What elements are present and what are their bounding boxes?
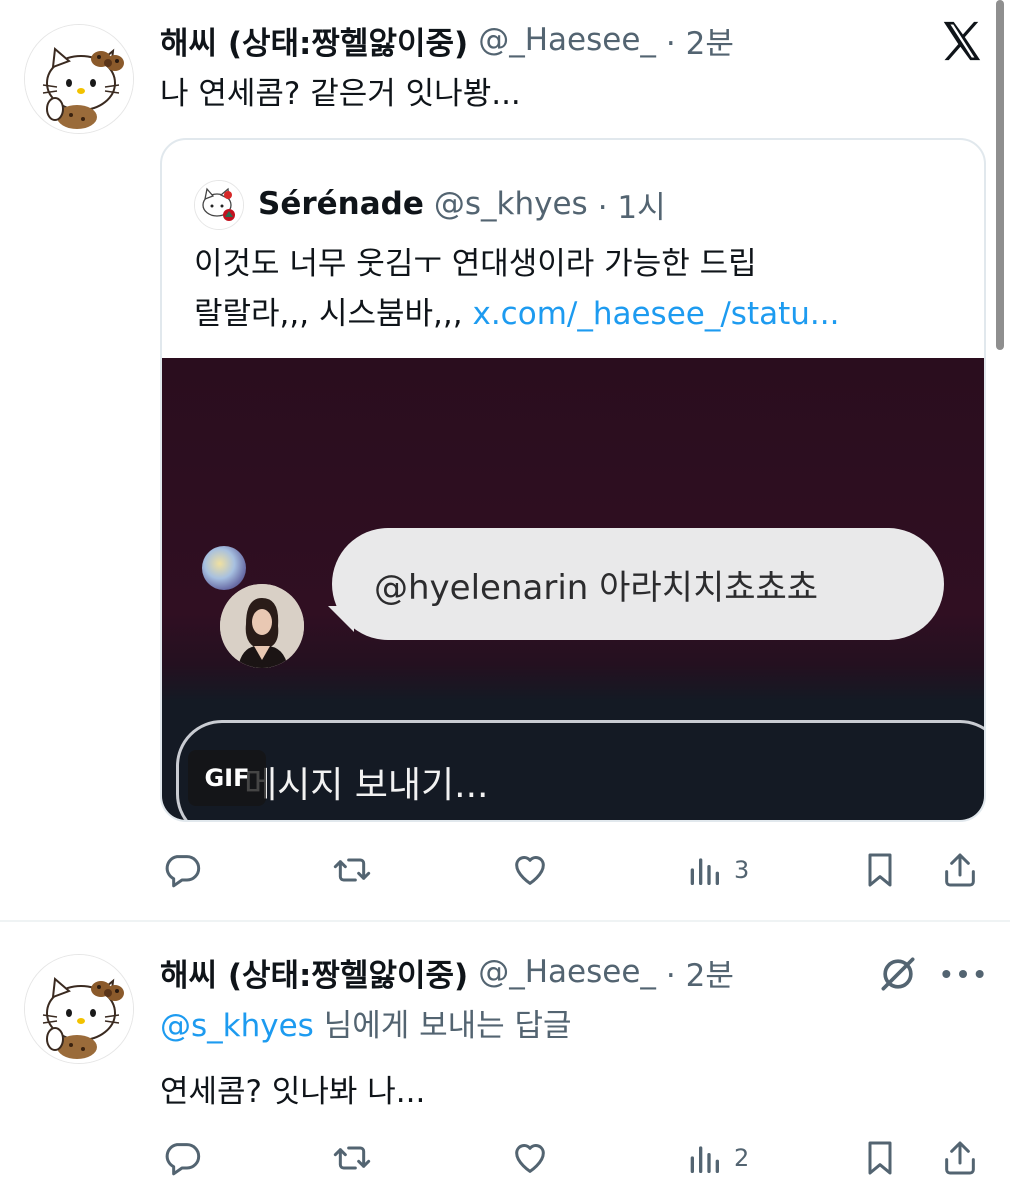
quote-text-line-1: 이것도 너무 웃김ㅜ 연대생이라 가능한 드립 — [194, 246, 757, 282]
share-button[interactable] — [940, 840, 980, 900]
hello-kitty-avatar-image — [25, 25, 133, 133]
author-name[interactable]: 해씨 (상태:짱헬앓이중) — [160, 18, 468, 63]
views-button[interactable]: 3 — [684, 840, 749, 900]
reply-to-handle[interactable]: @s_khyes — [160, 1008, 314, 1044]
bookmark-icon — [868, 853, 892, 887]
more-icon[interactable] — [938, 952, 988, 996]
like-button[interactable] — [510, 1128, 550, 1188]
hello-kitty-avatar-image — [25, 955, 133, 1063]
tweet-text: 연세콤? 잇나봐 나... — [160, 1074, 426, 1110]
timestamp[interactable]: · 2분 — [666, 18, 734, 63]
reply-button[interactable] — [162, 840, 202, 900]
quote-text-content: 랄랄라,,, 시스붐바,,, — [194, 296, 463, 332]
small-avatar — [202, 546, 246, 590]
bookmark-icon — [868, 1141, 892, 1175]
retweet-icon — [333, 1146, 371, 1170]
quote-author-handle[interactable]: @s_khyes — [434, 186, 588, 222]
author-name[interactable]: 해씨 (상태:짱헬앓이중) — [160, 950, 468, 995]
chat-bubble: @hyelenarin 아라치치쵸쵸쵸 — [332, 528, 944, 640]
bookmark-button[interactable] — [860, 1128, 900, 1188]
views-count: 2 — [734, 1144, 750, 1172]
reply-tweet[interactable]: 해씨 (상태:짱헬앓이중) @_Haesee_ · 2분 @s_khyes 님에… — [0, 922, 1010, 1200]
timestamp[interactable]: · 2분 — [666, 950, 734, 995]
author-avatar[interactable] — [24, 24, 134, 134]
reply-context: @s_khyes 님에게 보내는 답글 — [160, 1004, 572, 1048]
views-count: 3 — [734, 856, 750, 884]
quote-timestamp[interactable]: · 1시 — [598, 182, 666, 227]
tweet[interactable]: 해씨 (상태:짱헬앓이중) @_Haesee_ · 2분 나 연세콤? 같은거 … — [0, 0, 1010, 920]
x-logo-icon[interactable] — [938, 18, 984, 64]
views-icon — [690, 858, 719, 885]
retweet-button[interactable] — [332, 1128, 372, 1188]
reply-button[interactable] — [162, 1128, 202, 1188]
like-button[interactable] — [510, 840, 550, 900]
retweet-icon — [333, 858, 371, 882]
views-button[interactable]: 2 — [684, 1128, 749, 1188]
tweet-actions: 2 — [160, 1128, 986, 1188]
author-handle[interactable]: @_Haesee_ — [478, 22, 656, 58]
bookmark-button[interactable] — [860, 840, 900, 900]
quote-author-name[interactable]: Sérénade — [258, 186, 424, 222]
author-avatar[interactable] — [24, 954, 134, 1064]
share-icon — [945, 853, 975, 887]
gif-badge[interactable]: GIF — [188, 750, 266, 806]
tweet-actions: 3 — [160, 840, 986, 900]
like-icon — [515, 1144, 545, 1173]
views-icon — [690, 1146, 719, 1173]
reply-to-label: 님에게 보내는 답글 — [323, 1008, 572, 1044]
retweet-button[interactable] — [332, 840, 372, 900]
quote-text-line-2: 랄랄라,,, 시스붐바,,, x.com/_haesee_/statu... — [194, 292, 839, 336]
scrollbar[interactable] — [996, 0, 1004, 350]
like-icon — [515, 856, 545, 885]
tweet-text: 나 연세콤? 같은거 잇나봥... — [160, 76, 521, 112]
reply-icon — [165, 1143, 201, 1176]
author-handle[interactable]: @_Haesee_ — [478, 954, 656, 990]
muted-icon[interactable] — [876, 952, 920, 996]
gif-media[interactable]: @hyelenarin 아라치치쵸쵸쵸 메시지 보내기... GIF — [162, 358, 984, 820]
message-input-placeholder: 메시지 보내기... — [244, 765, 489, 806]
chat-user-avatar — [220, 584, 304, 668]
reply-icon — [165, 855, 201, 888]
chat-bubble-text: @hyelenarin 아라치치쵸쵸쵸 — [374, 567, 819, 608]
share-button[interactable] — [940, 1128, 980, 1188]
share-icon — [945, 1141, 975, 1175]
quote-link[interactable]: x.com/_haesee_/statu... — [472, 296, 839, 332]
quote-tweet-card[interactable]: Sérénade @s_khyes · 1시 이것도 너무 웃김ㅜ 연대생이라 … — [160, 138, 986, 822]
quote-author-avatar[interactable] — [194, 180, 244, 230]
